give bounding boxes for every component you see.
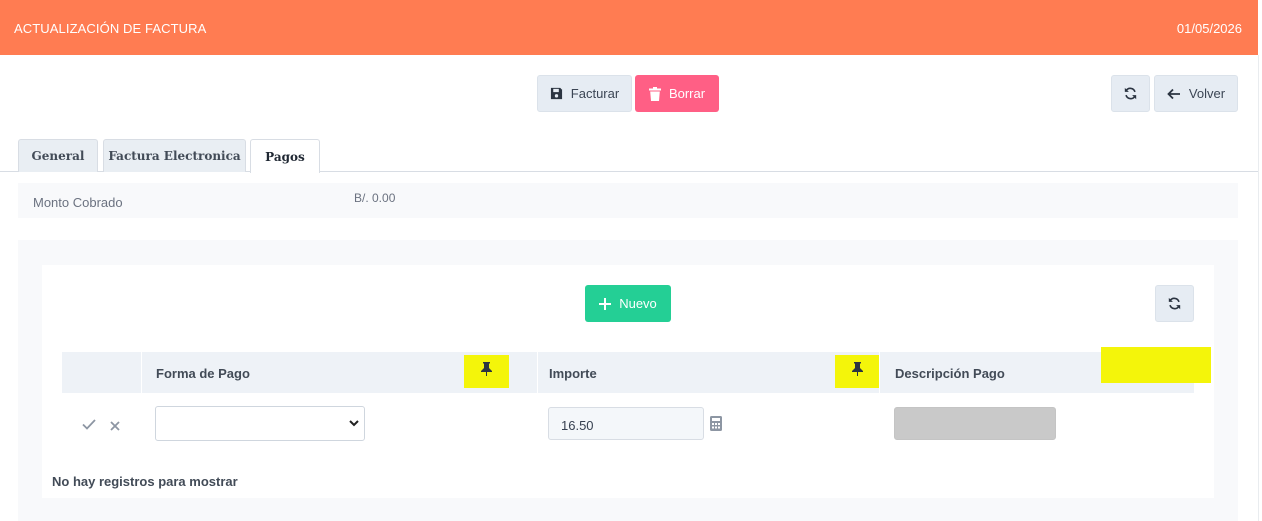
monto-cobrado-value: B/. 0.00	[354, 191, 396, 205]
facturar-button[interactable]: Facturar	[537, 75, 632, 112]
importe-input[interactable]: 16.50	[548, 407, 704, 440]
chevron-down-icon	[348, 416, 360, 435]
monto-cobrado-label: Monto Cobrado	[33, 195, 123, 210]
column-header-importe[interactable]: Importe	[549, 366, 597, 381]
tab-factura-electronica[interactable]: Factura Electronica	[103, 139, 246, 172]
volver-button[interactable]: Volver	[1154, 75, 1238, 112]
highlight-marker	[1101, 347, 1211, 383]
refresh-icon	[1168, 297, 1181, 310]
page-title: ACTUALIZACIÓN DE FACTURA	[14, 21, 207, 36]
pin-column-forma-de-pago[interactable]	[464, 355, 509, 388]
calculator-icon[interactable]	[710, 416, 722, 436]
column-header-forma-de-pago[interactable]: Forma de Pago	[156, 366, 250, 381]
grid-refresh-button[interactable]	[1155, 285, 1194, 322]
volver-label: Volver	[1188, 86, 1226, 101]
column-separator	[879, 352, 880, 393]
header-date: 01/05/2026	[1176, 21, 1242, 36]
borrar-button[interactable]: Borrar	[635, 75, 719, 112]
borrar-label: Borrar	[668, 86, 706, 101]
refresh-icon	[1124, 87, 1137, 100]
column-separator	[537, 352, 538, 393]
refresh-button[interactable]	[1111, 75, 1150, 112]
arrow-left-icon	[1167, 88, 1181, 100]
page-header: ACTUALIZACIÓN DE FACTURA 01/05/2026	[0, 0, 1258, 55]
tab-general[interactable]: General	[18, 139, 98, 172]
nuevo-button[interactable]: Nuevo	[585, 285, 671, 322]
nuevo-label: Nuevo	[619, 296, 657, 311]
pin-column-importe[interactable]	[835, 355, 879, 388]
facturar-label: Facturar	[570, 86, 620, 101]
grid-header: Forma de Pago Importe Descripción Pago	[62, 352, 1194, 393]
summary-panel: Monto Cobrado B/. 0.00	[18, 183, 1238, 218]
forma-de-pago-select[interactable]	[155, 406, 365, 441]
empty-message: No hay registros para mostrar	[52, 474, 238, 489]
plus-icon	[599, 297, 612, 310]
column-separator	[141, 352, 142, 393]
column-header-descripcion-pago[interactable]: Descripción Pago	[895, 366, 1005, 381]
cancel-icon[interactable]	[110, 418, 120, 436]
pin-icon	[851, 362, 863, 381]
confirm-icon[interactable]	[82, 417, 96, 435]
page-border	[1258, 55, 1259, 521]
descripcion-pago-field	[894, 407, 1056, 440]
tab-pagos[interactable]: Pagos	[250, 139, 320, 173]
trash-icon	[648, 86, 661, 101]
pin-icon	[481, 362, 492, 381]
save-icon	[550, 87, 563, 100]
